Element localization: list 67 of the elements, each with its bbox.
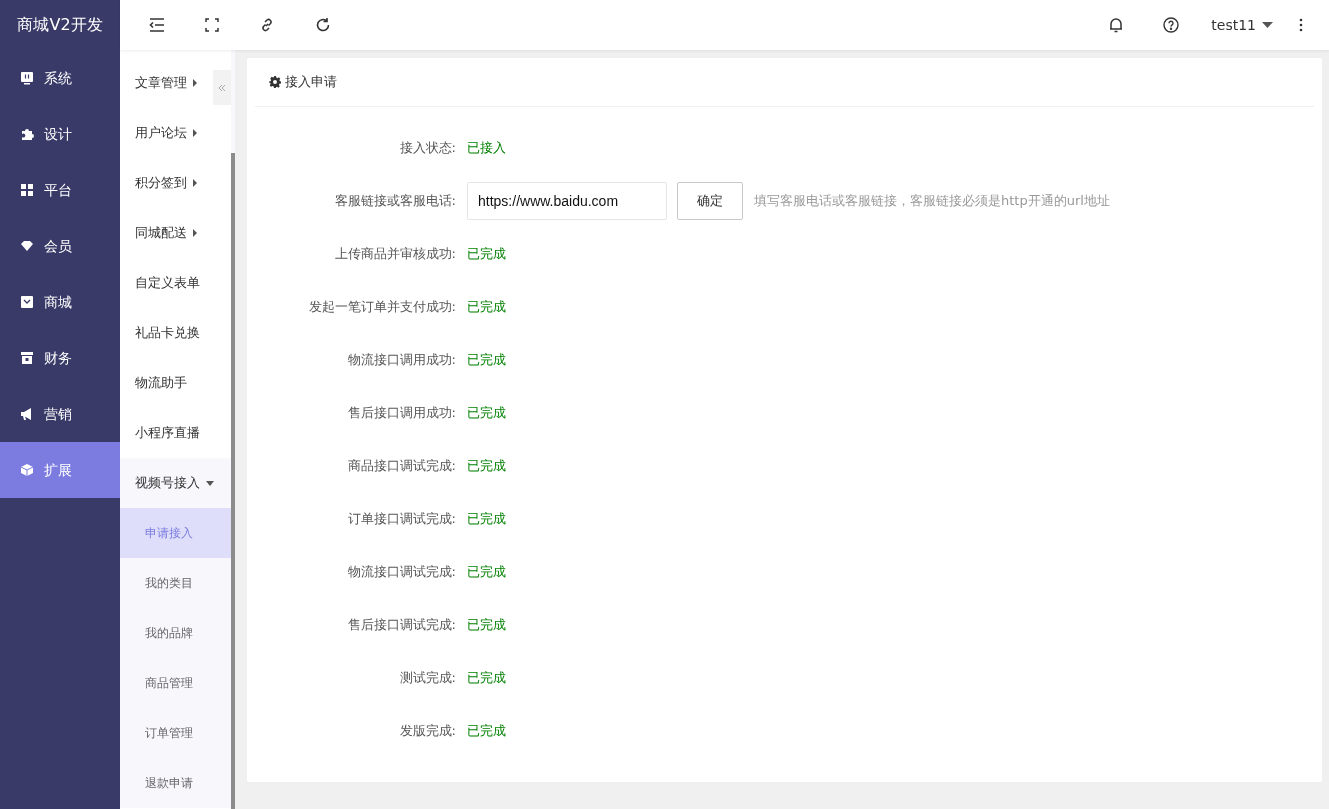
hint-text: 填写客服电话或客服链接，客服链接必须是http开通的url地址 bbox=[754, 191, 1110, 210]
monitor-icon bbox=[20, 71, 34, 85]
link-icon[interactable] bbox=[259, 17, 275, 33]
status-text: 已完成 bbox=[467, 244, 506, 263]
submenu-child-item[interactable]: 我的类目 bbox=[120, 558, 231, 608]
refresh-icon[interactable] bbox=[315, 17, 331, 33]
submenu-group[interactable]: 同城配送 bbox=[135, 223, 197, 243]
field-label: 订单接口调试完成: bbox=[346, 509, 457, 528]
field-label: 发起一笔订单并支付成功: bbox=[307, 297, 457, 316]
caret-down-icon bbox=[1262, 22, 1273, 28]
submenu-child-item[interactable]: 商品管理 bbox=[120, 658, 231, 708]
submenu-child-item[interactable]: 订单管理 bbox=[120, 708, 231, 758]
caret-right-icon bbox=[193, 179, 197, 187]
status-text: 已完成 bbox=[467, 668, 506, 687]
field-label: 客服链接或客服电话: bbox=[333, 191, 457, 210]
more-icon[interactable] bbox=[1299, 18, 1303, 32]
status-text: 已完成 bbox=[467, 509, 506, 528]
field-label: 商品接口调试完成: bbox=[346, 456, 457, 475]
gem-icon bbox=[20, 239, 34, 253]
field-label: 上传商品并审核成功: bbox=[333, 244, 457, 263]
submenu-group[interactable]: 积分签到 bbox=[135, 173, 197, 193]
cube-icon bbox=[20, 463, 34, 477]
fullscreen-icon[interactable] bbox=[205, 18, 219, 32]
submenu-item[interactable]: 礼品卡兑换 bbox=[135, 323, 200, 343]
submenu-child-item[interactable]: 退款申请 bbox=[120, 758, 231, 808]
field-label: 售后接口调用成功: bbox=[346, 403, 457, 422]
field-label: 发版完成: bbox=[398, 721, 457, 740]
caret-down-icon bbox=[206, 480, 214, 486]
field-label: 物流接口调用成功: bbox=[346, 350, 457, 369]
caret-right-icon bbox=[193, 229, 197, 237]
submenu-item[interactable]: 物流助手 bbox=[135, 373, 187, 393]
help-icon[interactable] bbox=[1163, 17, 1180, 33]
submenu-item[interactable]: 小程序直播 bbox=[135, 423, 200, 443]
status-text: 已完成 bbox=[467, 562, 506, 581]
menu-icon[interactable] bbox=[149, 18, 165, 32]
status-text: 已接入 bbox=[467, 138, 506, 157]
caret-right-icon bbox=[193, 79, 197, 87]
confirm-button[interactable]: 确定 bbox=[677, 181, 743, 220]
archive-icon bbox=[20, 351, 34, 365]
card-title: 接入申请 bbox=[285, 73, 337, 92]
user-menu[interactable]: test11 bbox=[1211, 14, 1273, 36]
puzzle-icon bbox=[20, 127, 34, 141]
field-label: 售后接口调试完成: bbox=[346, 615, 457, 634]
megaphone-icon bbox=[20, 407, 34, 421]
submenu-child-item[interactable]: 我的品牌 bbox=[120, 608, 231, 658]
brand-title: 商城V2开发 bbox=[0, 0, 120, 50]
grid-icon bbox=[20, 183, 34, 197]
status-text: 已完成 bbox=[467, 721, 506, 740]
submenu-group[interactable]: 用户论坛 bbox=[135, 123, 197, 143]
scrollbar-thumb[interactable] bbox=[231, 153, 235, 809]
mailbox-icon bbox=[20, 295, 34, 309]
caret-right-icon bbox=[193, 129, 197, 137]
field-label: 物流接口调试完成: bbox=[346, 562, 457, 581]
bell-icon[interactable] bbox=[1109, 17, 1124, 33]
field-label: 接入状态: bbox=[398, 138, 457, 157]
link-input-field[interactable]: https://www.baidu.com bbox=[467, 181, 667, 220]
field-label: 测试完成: bbox=[398, 668, 457, 687]
submenu-group[interactable]: 文章管理 bbox=[135, 73, 197, 93]
main-menu-item[interactable]: 扩展 bbox=[0, 442, 120, 498]
double-chevron-icon bbox=[218, 83, 226, 92]
submenu-item[interactable]: 自定义表单 bbox=[135, 273, 200, 293]
status-text: 已完成 bbox=[467, 297, 506, 316]
status-text: 已完成 bbox=[467, 350, 506, 369]
status-text: 已完成 bbox=[467, 403, 506, 422]
status-text: 已完成 bbox=[467, 456, 506, 475]
gear-icon bbox=[269, 76, 281, 88]
status-text: 已完成 bbox=[467, 615, 506, 634]
